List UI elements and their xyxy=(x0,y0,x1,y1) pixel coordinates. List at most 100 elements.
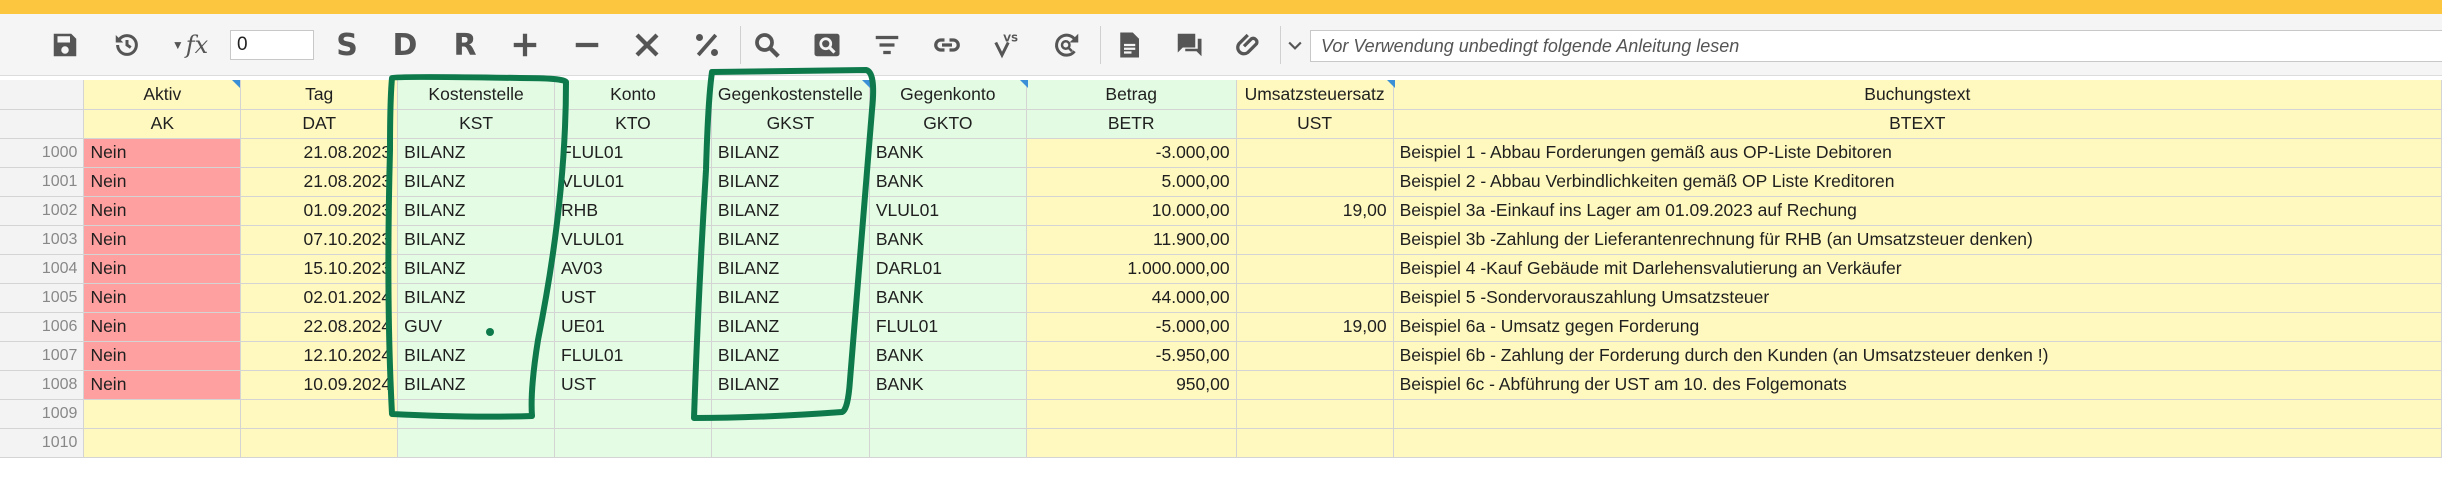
cell-gegenkostenstelle[interactable]: BILANZ xyxy=(711,167,870,197)
cell-kostenstelle[interactable]: BILANZ xyxy=(397,254,556,284)
value-input[interactable] xyxy=(230,30,314,60)
comments-icon[interactable] xyxy=(1168,24,1210,66)
cell-umsatzsteuersatz[interactable] xyxy=(1236,138,1394,168)
cell-umsatzsteuersatz[interactable] xyxy=(1236,399,1394,429)
row-number[interactable]: 1004 xyxy=(0,254,85,284)
cell-umsatzsteuersatz[interactable]: 19,00 xyxy=(1236,196,1394,226)
instruction-note-field[interactable] xyxy=(1310,30,2442,62)
cell-gegenkonto[interactable]: BANK xyxy=(869,283,1027,313)
cell-gegenkostenstelle[interactable]: BILANZ xyxy=(711,283,870,313)
filter-icon[interactable] xyxy=(866,24,908,66)
letter-s-button[interactable]: S xyxy=(326,24,368,66)
cell-tag[interactable]: 21.08.2023 xyxy=(240,167,399,197)
cell-tag[interactable]: 15.10.2023 xyxy=(240,254,399,284)
row-number[interactable]: 1010 xyxy=(0,428,85,458)
row-number[interactable]: 1002 xyxy=(0,196,85,226)
cell-gegenkonto[interactable]: DARL01 xyxy=(869,254,1027,284)
row-number[interactable]: 1009 xyxy=(0,399,85,429)
cell-buchungstext[interactable]: Beispiel 3a -Einkauf ins Lager am 01.09.… xyxy=(1393,196,2442,226)
cell-betrag[interactable] xyxy=(1026,399,1237,429)
cell-konto[interactable]: FLUL01 xyxy=(554,341,712,371)
cell-umsatzsteuersatz[interactable] xyxy=(1236,370,1394,400)
cell-betrag[interactable]: -3.000,00 xyxy=(1026,138,1237,168)
cell-tag[interactable]: 01.09.2023 xyxy=(240,196,399,226)
column-header-title[interactable]: Umsatzsteuersatz xyxy=(1236,80,1394,110)
cell-gegenkonto[interactable]: VLUL01 xyxy=(869,196,1027,226)
cell-tag[interactable]: 02.01.2024 xyxy=(240,283,399,313)
column-header-code[interactable]: GKTO xyxy=(869,109,1027,139)
row-number[interactable]: 1006 xyxy=(0,312,85,342)
cell-betrag[interactable]: 10.000,00 xyxy=(1026,196,1237,226)
cell-buchungstext[interactable]: Beispiel 6b - Zahlung der Forderung durc… xyxy=(1393,341,2442,371)
cell-aktiv[interactable]: Nein xyxy=(83,138,242,168)
cell-buchungstext[interactable]: Beispiel 2 - Abbau Verbindlichkeiten gem… xyxy=(1393,167,2442,197)
cell-umsatzsteuersatz[interactable] xyxy=(1236,283,1394,313)
cell-konto[interactable] xyxy=(554,399,712,429)
cell-betrag[interactable]: 5.000,00 xyxy=(1026,167,1237,197)
column-header-code[interactable]: KST xyxy=(397,109,556,139)
cell-gegenkonto[interactable]: BANK xyxy=(869,225,1027,255)
cell-aktiv[interactable]: Nein xyxy=(83,283,242,313)
column-header-title[interactable]: Konto xyxy=(554,80,712,110)
versus-icon[interactable]: VS xyxy=(986,24,1028,66)
times-icon[interactable] xyxy=(626,24,668,66)
cell-tag[interactable]: 10.09.2024 xyxy=(240,370,399,400)
cell-tag[interactable]: 12.10.2024 xyxy=(240,341,399,371)
cell-gegenkostenstelle[interactable]: BILANZ xyxy=(711,225,870,255)
cell-konto[interactable]: FLUL01 xyxy=(554,138,712,168)
letter-d-button[interactable]: D xyxy=(384,24,426,66)
cell-aktiv[interactable]: Nein xyxy=(83,370,242,400)
percent-icon[interactable] xyxy=(686,24,728,66)
cell-aktiv[interactable]: Nein xyxy=(83,254,242,284)
cell-buchungstext[interactable]: Beispiel 1 - Abbau Forderungen gemäß aus… xyxy=(1393,138,2442,168)
column-header-title[interactable]: Gegenkostenstelle xyxy=(711,80,870,110)
cell-kostenstelle[interactable]: BILANZ xyxy=(397,341,556,371)
cell-kostenstelle[interactable] xyxy=(397,428,556,458)
cell-aktiv[interactable]: Nein xyxy=(83,225,242,255)
cell-umsatzsteuersatz[interactable]: 19,00 xyxy=(1236,312,1394,342)
link-icon[interactable] xyxy=(926,24,968,66)
cell-buchungstext[interactable]: Beispiel 5 -Sondervorauszahlung Umsatzst… xyxy=(1393,283,2442,313)
row-number[interactable]: 1008 xyxy=(0,370,85,400)
cell-betrag[interactable]: -5.950,00 xyxy=(1026,341,1237,371)
attachment-icon[interactable] xyxy=(1228,24,1270,66)
history-icon[interactable] xyxy=(106,24,148,66)
cell-konto[interactable]: VLUL01 xyxy=(554,167,712,197)
cell-buchungstext[interactable] xyxy=(1393,428,2442,458)
cell-gegenkostenstelle[interactable]: BILANZ xyxy=(711,254,870,284)
row-number[interactable]: 1003 xyxy=(0,225,85,255)
cell-gegenkostenstelle[interactable] xyxy=(711,399,870,429)
column-header-title[interactable]: Betrag xyxy=(1026,80,1237,110)
cell-gegenkonto[interactable]: FLUL01 xyxy=(869,312,1027,342)
cell-tag[interactable]: 21.08.2023 xyxy=(240,138,399,168)
cell-betrag[interactable]: 950,00 xyxy=(1026,370,1237,400)
column-header-title[interactable]: Aktiv xyxy=(83,80,242,110)
plus-icon[interactable] xyxy=(504,24,546,66)
column-header-code[interactable]: AK xyxy=(83,109,242,139)
row-number[interactable]: 1001 xyxy=(0,167,85,197)
cell-aktiv[interactable]: Nein xyxy=(83,341,242,371)
cell-betrag[interactable]: 11.900,00 xyxy=(1026,225,1237,255)
cell-gegenkostenstelle[interactable]: BILANZ xyxy=(711,196,870,226)
cell-buchungstext[interactable]: Beispiel 6a - Umsatz gegen Forderung xyxy=(1393,312,2442,342)
cell-umsatzsteuersatz[interactable] xyxy=(1236,167,1394,197)
column-header-title[interactable]: Gegenkonto xyxy=(869,80,1027,110)
cell-betrag[interactable] xyxy=(1026,428,1237,458)
cell-kostenstelle[interactable]: BILANZ xyxy=(397,225,556,255)
cell-buchungstext[interactable]: Beispiel 6c - Abführung der UST am 10. d… xyxy=(1393,370,2442,400)
cell-konto[interactable]: VLUL01 xyxy=(554,225,712,255)
column-header-code[interactable]: KTO xyxy=(554,109,712,139)
cell-gegenkostenstelle[interactable]: BILANZ xyxy=(711,312,870,342)
cell-konto[interactable]: UE01 xyxy=(554,312,712,342)
column-header-code[interactable]: BTEXT xyxy=(1393,109,2442,139)
cell-konto[interactable]: UST xyxy=(554,370,712,400)
cell-tag[interactable] xyxy=(240,428,399,458)
row-number[interactable]: 1000 xyxy=(0,138,85,168)
cell-kostenstelle[interactable]: BILANZ xyxy=(397,283,556,313)
cell-gegenkostenstelle[interactable] xyxy=(711,428,870,458)
cell-kostenstelle[interactable]: GUV xyxy=(397,312,556,342)
row-number[interactable]: 1007 xyxy=(0,341,85,371)
cell-konto[interactable]: UST xyxy=(554,283,712,313)
letter-r-button[interactable]: R xyxy=(444,24,486,66)
cell-betrag[interactable]: 1.000.000,00 xyxy=(1026,254,1237,284)
